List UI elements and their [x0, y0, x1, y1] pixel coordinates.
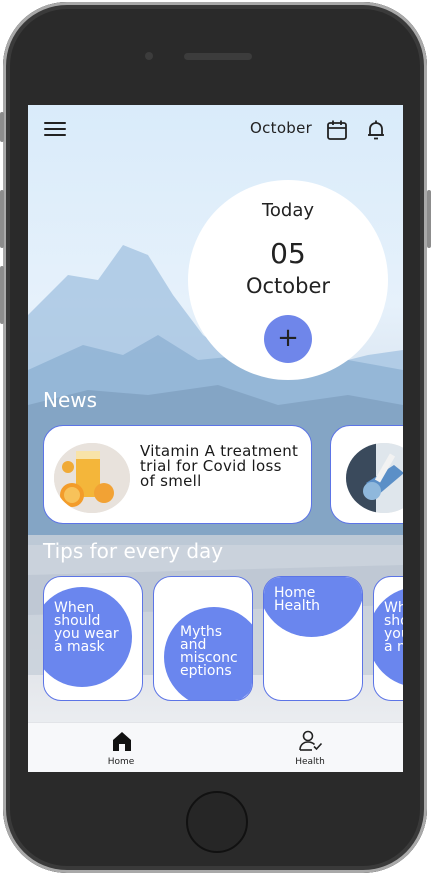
home-icon [113, 732, 131, 751]
news-title: Vitamin A treatment trial for Covid loss… [140, 442, 299, 490]
person-check-icon [299, 730, 323, 751]
hardware-home-button[interactable] [186, 791, 248, 853]
bottom-navigation: Home Health [28, 722, 403, 772]
app-screen: October Today 05 October + News Vitamin … [28, 105, 403, 772]
current-month-label[interactable]: October [250, 119, 312, 137]
nav-home[interactable]: Home [71, 723, 171, 772]
volume-down-button [0, 266, 4, 324]
news-thumbnail-orange-juice [54, 443, 130, 513]
tip-card[interactable]: Myths and misconc eptions [153, 576, 253, 701]
tip-card[interactable]: When should you wear a mask [43, 576, 143, 701]
calendar-icon[interactable] [325, 118, 349, 142]
power-button [427, 190, 431, 248]
tip-label: When should you wear a mask [384, 600, 403, 655]
bell-icon[interactable] [364, 118, 388, 142]
hamburger-menu-icon[interactable] [44, 122, 66, 140]
top-bar: October [28, 105, 403, 157]
volume-up-button [0, 190, 4, 248]
tips-section-title: Tips for every day [43, 539, 224, 563]
news-section-title: News [43, 388, 98, 412]
today-date-circle: Today 05 October + [188, 180, 388, 380]
earpiece-speaker [184, 53, 252, 60]
news-card[interactable] [330, 425, 403, 524]
add-entry-button[interactable]: + [264, 315, 312, 363]
tip-label: When should you wear a mask [54, 600, 119, 655]
news-thumbnail-lab-test [346, 443, 403, 513]
today-label: Today [261, 200, 315, 221]
tip-card[interactable]: When should you wear a mask [373, 576, 403, 701]
front-camera [145, 52, 153, 60]
today-month-label: October [245, 274, 331, 298]
today-day-number: 05 [270, 237, 306, 270]
nav-health[interactable]: Health [260, 723, 360, 772]
nav-home-label: Home [107, 757, 135, 767]
news-card[interactable]: Vitamin A treatment trial for Covid loss… [43, 425, 312, 524]
nav-health-label: Health [295, 757, 325, 767]
tip-label: Myths and misconc eptions [180, 624, 238, 679]
tip-card[interactable]: Home Health [263, 576, 363, 701]
mute-switch [0, 112, 4, 142]
tip-label: Home Health [274, 585, 320, 614]
